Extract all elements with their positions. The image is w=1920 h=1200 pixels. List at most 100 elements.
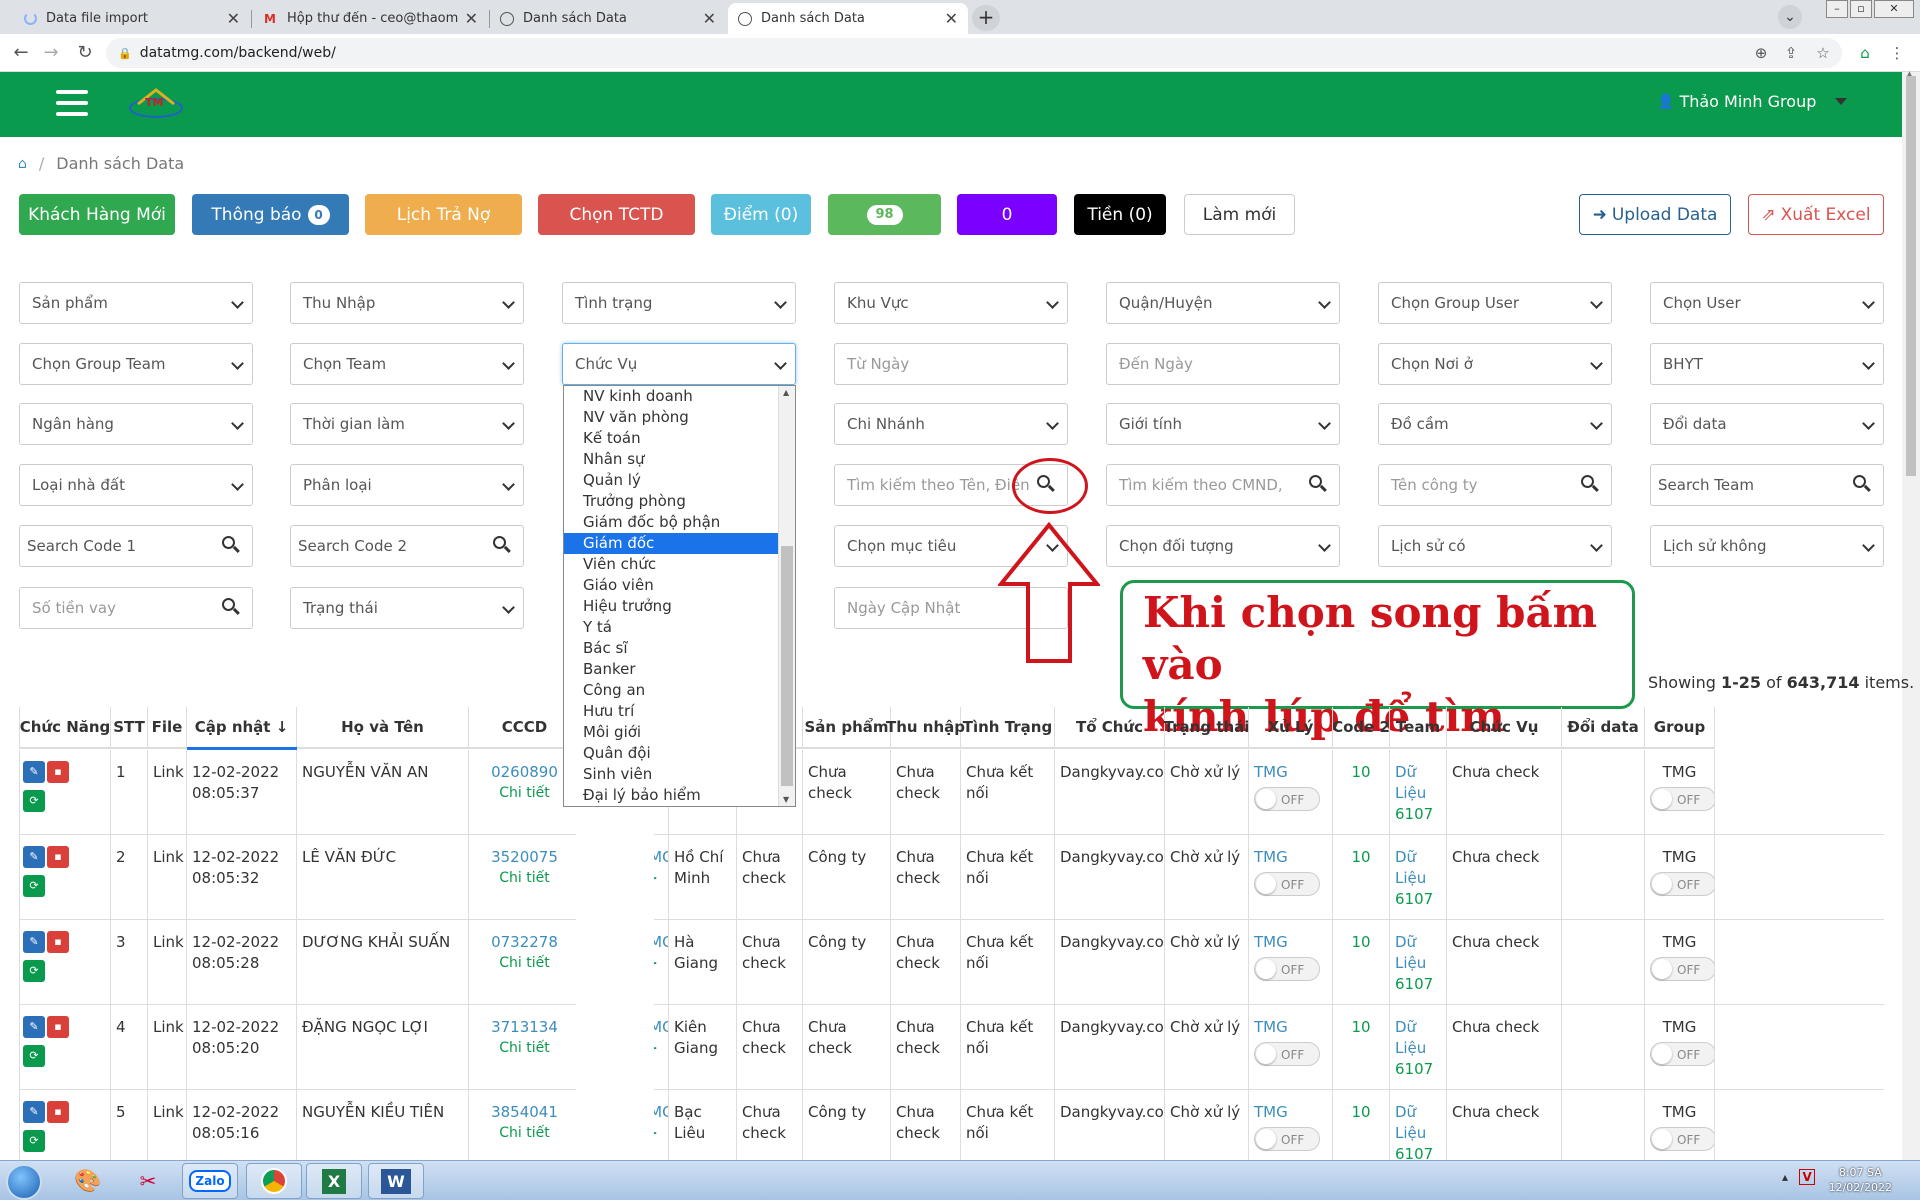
dropdown-option[interactable]: Môi giới (564, 722, 795, 743)
close-icon[interactable]: ✕ (703, 9, 716, 28)
search-icon[interactable] (1581, 475, 1599, 493)
tab-search-icon[interactable]: ⌄ (1778, 5, 1802, 29)
history-yes-select[interactable]: Lịch sử có (1378, 525, 1612, 567)
insurance-select[interactable]: BHYT (1650, 343, 1884, 385)
dropdown-option[interactable]: NV văn phòng (564, 407, 795, 428)
tab-danh-sach-data[interactable]: Danh sách Data ✕ (490, 3, 726, 34)
dropdown-option[interactable]: NV kinh doanh (564, 386, 795, 407)
dropdown-option[interactable]: Quân đội (564, 743, 795, 764)
row-team-link[interactable]: Dữ Liệu (1395, 847, 1441, 889)
dropdown-option[interactable]: Banker (564, 659, 795, 680)
refresh-button[interactable]: Làm mới (1184, 194, 1295, 235)
close-icon[interactable]: ✕ (227, 9, 240, 28)
points-button[interactable]: Điểm (0) (711, 194, 811, 235)
dropdown-option[interactable]: Hưu trí (564, 701, 795, 722)
row-file-link[interactable]: Link (153, 848, 184, 866)
product-select[interactable]: Sản phẩm (19, 282, 253, 324)
search-code1-input[interactable]: Search Code 1 (19, 525, 253, 567)
dropdown-option[interactable]: Giám đốc (564, 533, 795, 554)
search-id-input[interactable]: Tìm kiếm theo CMND, (1106, 464, 1340, 506)
row-cccd[interactable]: 0260890 (474, 762, 575, 783)
row-file-link[interactable]: Link (153, 763, 184, 781)
bookmark-star-icon[interactable]: ☆ (1810, 40, 1836, 66)
handler-toggle[interactable]: OFF (1254, 957, 1320, 981)
search-icon[interactable] (1309, 475, 1327, 493)
group-toggle[interactable]: OFF (1650, 1127, 1714, 1151)
work-time-select[interactable]: Thời gian làm (290, 403, 524, 445)
dropdown-option[interactable]: Nhân sự (564, 449, 795, 470)
zoom-icon[interactable]: ⊕ (1748, 40, 1774, 66)
edit-icon[interactable]: ✎ (23, 1016, 45, 1038)
dropdown-option[interactable]: Quản lý (564, 470, 795, 491)
zalo-icon[interactable]: Zalo (182, 1163, 238, 1199)
row-handler[interactable]: TMG (1254, 1102, 1327, 1123)
column-header-cap-nhat[interactable]: Cập nhật ↓ (187, 707, 297, 749)
word-icon[interactable]: W (368, 1163, 424, 1199)
edit-icon[interactable]: ✎ (23, 1101, 45, 1123)
chrome-icon[interactable] (246, 1163, 302, 1199)
close-icon[interactable]: ✕ (945, 9, 958, 28)
row-team-link[interactable]: Dữ Liệu (1395, 932, 1441, 974)
reload-icon[interactable]: ↻ (72, 40, 98, 66)
detail-link[interactable]: Chi tiết (474, 783, 575, 804)
dropdown-option[interactable]: Viên chức (564, 554, 795, 575)
dropdown-option[interactable]: Đại lý bảo hiểm (564, 785, 795, 806)
green-count-button[interactable]: 98 (828, 194, 941, 235)
debt-schedule-button[interactable]: Lịch Trả Nợ (365, 194, 522, 235)
upload-data-button[interactable]: ➜ Upload Data (1579, 194, 1731, 235)
house-type-select[interactable]: Loại nhà đất (19, 464, 253, 506)
loan-amount-input[interactable]: Số tiền vay (19, 587, 253, 629)
row-file-link[interactable]: Link (153, 1018, 184, 1036)
category-select[interactable]: Phân loại (290, 464, 524, 506)
refresh-icon[interactable]: ⟳ (23, 1045, 45, 1067)
dropdown-option[interactable]: Kế toán (564, 428, 795, 449)
new-customer-button[interactable]: Khách Hàng Mới (19, 194, 175, 235)
dropdown-option[interactable]: Sinh viên (564, 764, 795, 785)
excel-icon[interactable]: X (306, 1163, 362, 1199)
group-user-select[interactable]: Chọn Group User (1378, 282, 1612, 324)
extension-icon[interactable]: ⌂ (1852, 40, 1878, 66)
row-cccd[interactable]: 3854041 (474, 1102, 575, 1123)
dropdown-option[interactable]: Trưởng phòng (564, 491, 795, 512)
bank-select[interactable]: Ngân hàng (19, 403, 253, 445)
url-field[interactable]: 🔒 datatmg.com/backend/web/ (106, 38, 1842, 68)
trash-icon[interactable]: ▪ (47, 761, 69, 783)
search-icon[interactable] (222, 598, 240, 616)
minimize-icon[interactable]: – (1826, 0, 1848, 18)
district-select[interactable]: Quận/Huyện (1106, 282, 1340, 324)
row-cccd[interactable]: 3713134 (474, 1017, 575, 1038)
system-clock[interactable]: 8:07 SA 12/02/2022 (1829, 1165, 1892, 1195)
row-team-link[interactable]: Dữ Liệu (1395, 762, 1441, 804)
maximize-icon[interactable]: ▫ (1850, 0, 1872, 18)
residence-select[interactable]: Chọn Nơi ở (1378, 343, 1612, 385)
row-handler[interactable]: TMG (1254, 762, 1327, 783)
branch-select[interactable]: Chi Nhánh (834, 403, 1068, 445)
team-select[interactable]: Chọn Team (290, 343, 524, 385)
trash-icon[interactable]: ▪ (47, 1101, 69, 1123)
detail-link[interactable]: Chi tiết (474, 1038, 575, 1059)
start-orb[interactable] (6, 1164, 42, 1200)
to-date-input[interactable]: Đến Ngày (1106, 343, 1340, 385)
trash-icon[interactable]: ▪ (47, 846, 69, 868)
edit-icon[interactable]: ✎ (23, 761, 45, 783)
share-icon[interactable]: ⇪ (1778, 40, 1804, 66)
handler-toggle[interactable]: OFF (1254, 1042, 1320, 1066)
from-date-input[interactable]: Từ Ngày (834, 343, 1068, 385)
dropdown-option[interactable]: Bác sĩ (564, 638, 795, 659)
tab-gmail[interactable]: M Hộp thư đến - ceo@thaominhgr ✕ (252, 3, 488, 34)
handler-toggle[interactable]: OFF (1254, 787, 1320, 811)
group-team-select[interactable]: Chọn Group Team (19, 343, 253, 385)
detail-link[interactable]: Chi tiết (474, 868, 575, 889)
row-team-link[interactable]: Dữ Liệu (1395, 1017, 1441, 1059)
row-team-link[interactable]: Dữ Liệu (1395, 1102, 1441, 1144)
refresh-icon[interactable]: ⟳ (23, 1130, 45, 1152)
tab-danh-sach-data-active[interactable]: Danh sách Data ✕ (728, 3, 968, 34)
gender-select[interactable]: Giới tính (1106, 403, 1340, 445)
position-dropdown-list[interactable]: NV kinh doanh NV văn phòng Kế toán Nhân sự Q… (563, 385, 796, 807)
trash-icon[interactable]: ▪ (47, 1016, 69, 1038)
search-icon[interactable] (1853, 475, 1871, 493)
tab-data-file-import[interactable]: Data file import ✕ (14, 3, 250, 34)
history-no-select[interactable]: Lịch sử không (1650, 525, 1884, 567)
new-tab-button[interactable]: + (972, 5, 1000, 31)
trash-icon[interactable]: ▪ (47, 931, 69, 953)
